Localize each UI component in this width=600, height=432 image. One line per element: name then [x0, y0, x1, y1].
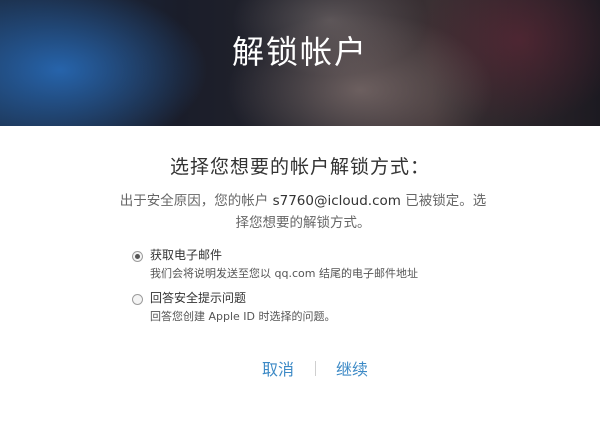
lock-description: 出于安全原因，您的帐户 s7760@icloud.com 已被锁定。选择您想要的… [118, 190, 488, 234]
description-prefix: 出于安全原因，您的帐户 [119, 193, 269, 209]
option-desc-security-questions: 回答您创建 Apple ID 时选择的问题。 [150, 310, 336, 323]
radio-get-email[interactable] [132, 251, 143, 262]
option-label-security-questions[interactable]: 回答安全提示问题 [150, 290, 246, 307]
option-label-get-email[interactable]: 获取电子邮件 [150, 247, 222, 264]
action-bar: 取消 继续 [0, 358, 600, 384]
page-title: 解锁帐户 [231, 33, 368, 71]
radio-security-questions[interactable] [132, 294, 143, 305]
section-heading: 选择您想要的帐户解锁方式： [169, 156, 430, 178]
action-divider [315, 361, 316, 376]
continue-button[interactable]: 继续 [336, 358, 368, 382]
account-email: s7760@icloud.com [272, 193, 401, 209]
cancel-button[interactable]: 取消 [262, 358, 294, 382]
hero-banner: 解锁帐户 [0, 0, 600, 126]
option-desc-get-email: 我们会将说明发送至您以 qq.com 结尾的电子邮件地址 [150, 267, 418, 280]
unlock-account-page: 解锁帐户 选择您想要的帐户解锁方式： 出于安全原因，您的帐户 s7760@icl… [0, 0, 600, 432]
